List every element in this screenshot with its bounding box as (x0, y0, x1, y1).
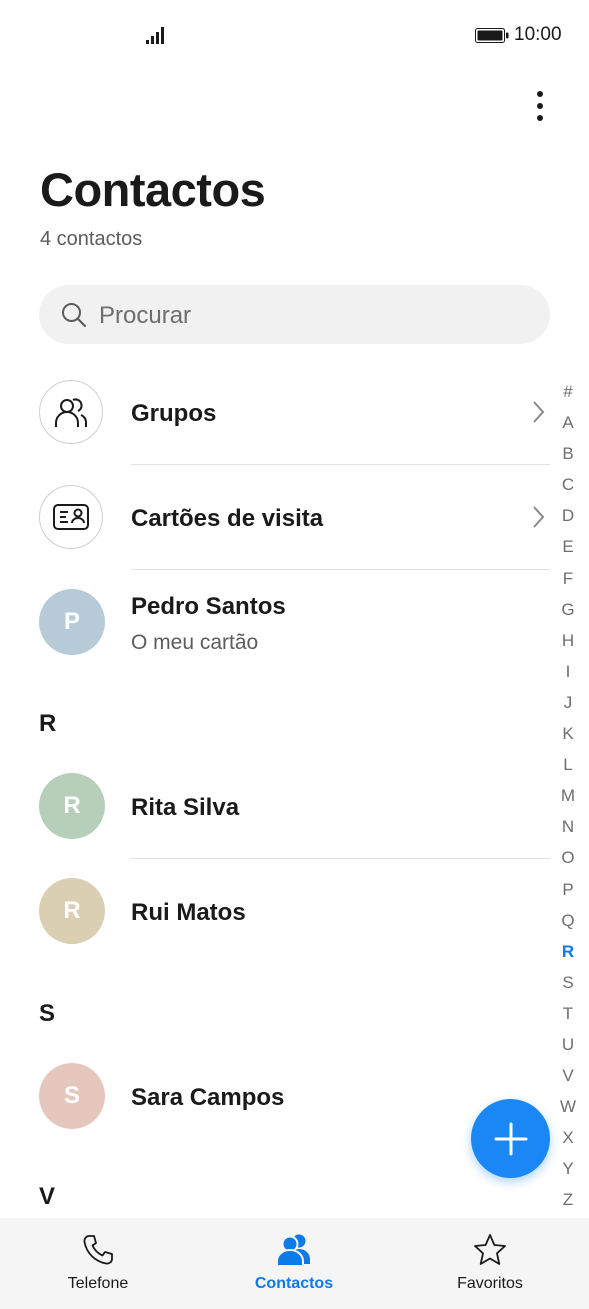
group-icon-circle (39, 380, 103, 444)
status-bar: 10:00 (0, 0, 589, 72)
business-cards-label: Cartões de visita (131, 505, 324, 532)
index-letter[interactable]: W (556, 1091, 580, 1122)
index-letter[interactable]: R (556, 936, 580, 967)
avatar: S (39, 1063, 105, 1129)
contact-row[interactable]: R Rita Silva (0, 754, 550, 858)
index-letter[interactable]: T (556, 998, 580, 1029)
groups-label: Grupos (131, 400, 217, 427)
index-letter[interactable]: G (556, 594, 580, 625)
index-letter[interactable]: M (556, 780, 580, 811)
contacts-icon (276, 1234, 310, 1267)
avatar: R (39, 878, 105, 944)
search-input[interactable] (97, 285, 521, 346)
add-contact-button[interactable] (471, 1099, 550, 1178)
index-letter[interactable]: P (556, 874, 580, 905)
contact-row[interactable]: R Rui Matos (0, 859, 550, 963)
index-letter[interactable]: L (556, 749, 580, 780)
contact-name: Pedro Santos (131, 593, 286, 620)
search-bar[interactable] (39, 285, 550, 346)
index-letter[interactable]: U (556, 1029, 580, 1060)
index-letter[interactable]: C (556, 469, 580, 500)
index-letter[interactable]: N (556, 811, 580, 842)
index-letter[interactable]: # (556, 376, 580, 407)
business-cards-row[interactable]: Cartões de visita (0, 465, 550, 569)
index-letter[interactable]: K (556, 718, 580, 749)
chevron-right-icon (533, 506, 545, 528)
index-letter[interactable]: O (556, 842, 580, 873)
page-title: Contactos (40, 163, 266, 216)
index-letter[interactable]: Z (556, 1184, 580, 1215)
index-letter[interactable]: D (556, 500, 580, 531)
tab-label: Contactos (254, 1275, 334, 1292)
index-letter[interactable]: A (556, 407, 580, 438)
tab-label: Favoritos (457, 1275, 523, 1292)
business-card-icon-circle (39, 485, 103, 549)
search-icon (62, 303, 87, 328)
index-letter[interactable]: X (556, 1122, 580, 1153)
chevron-right-icon (533, 401, 545, 423)
group-icon (55, 398, 87, 427)
more-options-button[interactable] (522, 86, 558, 126)
index-letter[interactable]: Y (556, 1153, 580, 1184)
index-letter[interactable]: J (556, 687, 580, 718)
my-card-subtitle: O meu cartão (131, 631, 259, 654)
index-letter[interactable]: Q (556, 905, 580, 936)
star-icon (474, 1234, 506, 1265)
index-letter[interactable]: B (556, 438, 580, 469)
tab-label: Telefone (67, 1275, 129, 1292)
groups-row[interactable]: Grupos (0, 360, 550, 464)
signal-icon (146, 27, 164, 44)
clock: 10:00 (514, 24, 562, 45)
alphabet-index[interactable]: # A B C D E F G H I J K L M N O P Q R S T U V W X Y Z (556, 376, 580, 1216)
my-card-row[interactable]: P Pedro Santos O meu cartão (0, 570, 550, 674)
index-letter[interactable]: S (556, 967, 580, 998)
index-letter[interactable]: I (556, 656, 580, 687)
section-header-s: S (39, 1000, 56, 1027)
index-letter[interactable]: H (556, 625, 580, 656)
phone-icon (83, 1235, 113, 1265)
index-letter[interactable]: E (556, 531, 580, 562)
business-card-icon (53, 504, 89, 530)
section-header-r: R (39, 710, 57, 737)
contact-name: Rui Matos (131, 899, 246, 926)
avatar: P (39, 589, 105, 655)
battery-icon (475, 28, 509, 43)
contact-name: Rita Silva (131, 794, 240, 821)
contact-row[interactable]: S Sara Campos (0, 1044, 550, 1148)
section-header-v: V (39, 1183, 56, 1210)
bottom-navigation: Telefone Contactos Favoritos (0, 1218, 589, 1309)
tab-contactos[interactable]: Contactos (224, 1218, 364, 1309)
more-vertical-icon (537, 91, 543, 97)
contact-count: 4 contactos (40, 228, 143, 250)
index-letter[interactable]: F (556, 563, 580, 594)
tab-telefone[interactable]: Telefone (28, 1218, 168, 1309)
avatar: R (39, 773, 105, 839)
contact-name: Sara Campos (131, 1084, 285, 1111)
index-letter[interactable]: V (556, 1060, 580, 1091)
plus-icon (494, 1122, 527, 1155)
tab-favoritos[interactable]: Favoritos (420, 1218, 560, 1309)
